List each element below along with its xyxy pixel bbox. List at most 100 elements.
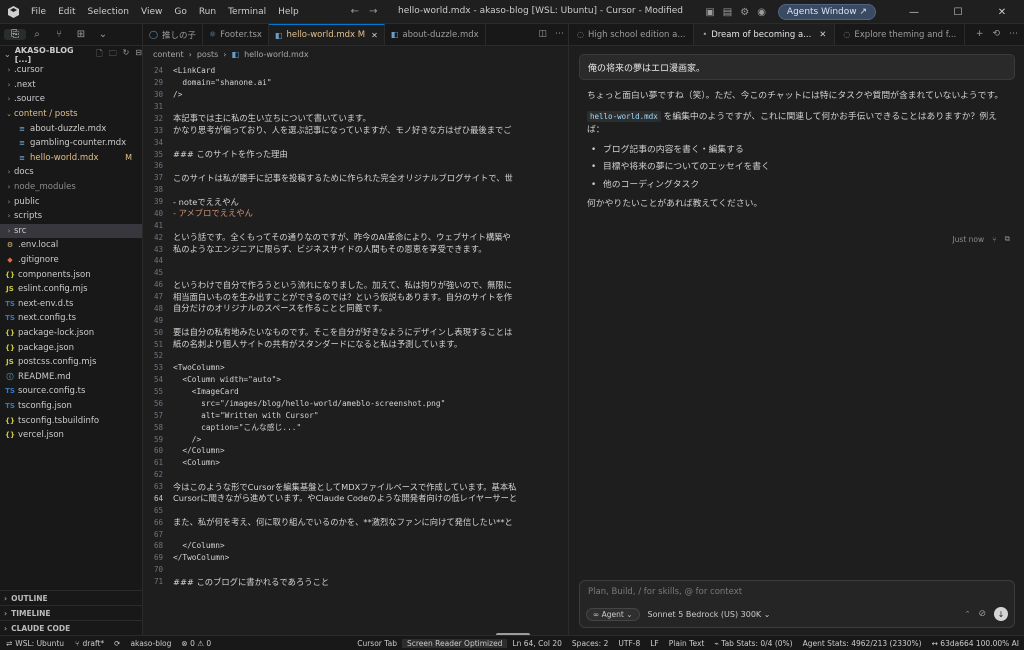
tree-item[interactable]: {} tsconfig.tsbuildinfo <box>0 413 142 428</box>
new-file-icon[interactable]: 🗋 <box>96 48 102 62</box>
history-icon[interactable]: ⟲ <box>992 29 1000 39</box>
tab-footer[interactable]: ⚛ Footer.tsx <box>203 24 269 45</box>
attach-icon[interactable]: ⊘ <box>978 609 986 619</box>
close-icon[interactable]: ✕ <box>819 30 826 40</box>
tree-item[interactable]: ⚙ .env.local <box>0 238 142 253</box>
code-line[interactable]: 67 <box>143 528 568 540</box>
tree-item[interactable]: TS next-env.d.ts <box>0 297 142 312</box>
minimize-button[interactable]: — <box>892 7 936 18</box>
agents-window-button[interactable]: Agents Window ↗ <box>777 4 876 20</box>
breadcrumb-item[interactable]: content <box>153 50 184 59</box>
code-line[interactable]: 60 </Column> <box>143 445 568 457</box>
tree-item[interactable]: {} package-lock.json <box>0 326 142 341</box>
code-line[interactable]: 56 src="/images/blog/hello-world/ameblo-… <box>143 398 568 410</box>
code-line[interactable]: 51 紙の名刺より個人サイトの共有がスタンダードになると私は予測しています。 <box>143 338 568 350</box>
tree-item[interactable]: TS next.config.ts <box>0 311 142 326</box>
chevron-down-icon[interactable]: ⌄ <box>4 50 11 59</box>
new-chat-icon[interactable]: + <box>976 29 984 39</box>
fork-icon[interactable]: ⑂ <box>992 235 997 244</box>
send-icon[interactable]: ↓ <box>994 607 1008 621</box>
code-line[interactable]: 46 というわけで自分で作ろうという流れになりました。加えて、私は拘りが強いので、… <box>143 279 568 291</box>
chat-tab[interactable]: ◌ High school edition a... <box>569 24 695 45</box>
code-line[interactable]: 29 domain="shanone.ai" <box>143 77 568 89</box>
screen-reader-status[interactable]: Screen Reader Optimized <box>401 638 508 648</box>
code-line[interactable]: 35 ### このサイトを作った理由 <box>143 148 568 160</box>
tree-item[interactable]: ◆ .gitignore <box>0 253 142 268</box>
menu-edit[interactable]: Edit <box>52 7 81 17</box>
tree-item[interactable]: ⌄ content / posts <box>0 107 142 122</box>
breadcrumb-item[interactable]: hello-world.mdx <box>244 50 309 59</box>
tree-item[interactable]: › .next <box>0 78 142 93</box>
collapse-all-icon[interactable]: ⊟ <box>135 48 142 62</box>
chat-composer[interactable]: Plan, Build, / for skills, @ for context… <box>579 580 1015 628</box>
tab-stats[interactable]: ⌁ Tab Stats: 0/4 (0%) <box>709 639 797 648</box>
settings-gear-icon[interactable]: ⚙ <box>740 7 749 18</box>
new-folder-icon[interactable]: 🗀 <box>109 48 117 62</box>
indentation-status[interactable]: Spaces: 2 <box>567 639 613 648</box>
project-indicator[interactable]: akaso-blog <box>125 639 176 648</box>
code-line[interactable]: 41 <box>143 219 568 231</box>
code-line[interactable]: 57 alt="Written with Cursor" <box>143 409 568 421</box>
code-line[interactable]: 33 かなり思考が偏っており、人を選ぶ記事になっていますが、モノ好きな方はぜひ最後… <box>143 124 568 136</box>
menu-terminal[interactable]: Terminal <box>222 7 272 17</box>
close-icon[interactable]: ✕ <box>371 31 378 40</box>
cursor-position[interactable]: Ln 64, Col 20 <box>507 639 566 648</box>
tree-item[interactable]: TS tsconfig.json <box>0 399 142 414</box>
menu-go[interactable]: Go <box>168 7 192 17</box>
user-message[interactable]: 俺の将来の夢はエロ漫画家。 <box>579 54 1015 80</box>
code-line[interactable]: 68 </Column> <box>143 540 568 552</box>
menu-file[interactable]: File <box>25 7 52 17</box>
timeline-section[interactable]: › TIMELINE <box>0 605 143 620</box>
chat-tab[interactable]: ◌ Explore theming and f... <box>835 24 966 45</box>
tree-item[interactable]: ⓘ README.md <box>0 369 142 384</box>
layout-panel-icon[interactable]: ▤ <box>723 7 732 18</box>
code-line[interactable]: 55 <ImageCard <box>143 386 568 398</box>
eol-status[interactable]: LF <box>645 639 664 648</box>
code-line[interactable]: 30 /> <box>143 89 568 101</box>
model-selector[interactable]: Sonnet 5 Bedrock (US) 300K ⌄ <box>648 610 771 619</box>
agent-mode-dropdown[interactable]: ∞ Agent ⌄ <box>586 607 640 621</box>
source-control-icon[interactable]: ⑂ <box>48 29 70 40</box>
composer-input[interactable]: Plan, Build, / for skills, @ for context <box>588 587 742 597</box>
tree-item[interactable]: › scripts <box>0 209 142 224</box>
tab-about-duzzle[interactable]: ◧ about-duzzle.mdx <box>385 24 486 45</box>
agent-stats[interactable]: Agent Stats: 4962/213 (2330%) <box>798 639 927 648</box>
code-line[interactable]: 64 Cursorに聞きながら進めています。やClaude Codeのような開発者… <box>143 493 568 505</box>
chat-tab-active[interactable]: • Dream of becoming a... ✕ <box>694 24 836 45</box>
tab-hello-world[interactable]: ◧ hello-world.mdx M ✕ <box>268 24 385 45</box>
commit-status[interactable]: ↔ 63da664 100.00% AI <box>927 639 1024 648</box>
breadcrumb-item[interactable]: posts <box>197 50 218 59</box>
language-mode[interactable]: Plain Text <box>664 639 710 648</box>
code-line[interactable]: 70 <box>143 564 568 576</box>
menu-run[interactable]: Run <box>193 7 222 17</box>
tab-oshinoko[interactable]: ◯ 推しの子 <box>143 24 203 45</box>
maximize-button[interactable]: ☐ <box>936 7 980 18</box>
code-line[interactable]: 38 <box>143 184 568 196</box>
code-line[interactable]: 66 また、私が何を考え、何に取り組んでいるのかを、**激烈なファンに向けて発信し… <box>143 516 568 528</box>
tree-item[interactable]: TS source.config.ts <box>0 384 142 399</box>
account-icon[interactable]: ◉ <box>757 7 766 18</box>
tree-item[interactable]: ≡ about-duzzle.mdx <box>0 121 142 136</box>
code-editor[interactable]: 24 <LinkCard 29 domain="shanone.ai" 30/> 31 3… <box>143 65 568 635</box>
tree-item[interactable]: JS postcss.config.mjs <box>0 355 142 370</box>
refresh-icon[interactable]: ↻ <box>123 48 130 62</box>
code-line[interactable]: 39 - noteでええやん <box>143 196 568 208</box>
sync-button[interactable]: ⟳ <box>109 639 125 648</box>
tree-item[interactable]: ≡ hello-world.mdx M <box>0 151 142 166</box>
layout-sidebar-icon[interactable]: ▣ <box>705 7 714 18</box>
code-line[interactable]: 45 <box>143 267 568 279</box>
close-window-button[interactable]: ✕ <box>980 7 1024 18</box>
tree-item[interactable]: › node_modules <box>0 180 142 195</box>
tree-item[interactable]: › public <box>0 194 142 209</box>
tree-item[interactable]: › docs <box>0 165 142 180</box>
code-line[interactable]: 31 <box>143 101 568 113</box>
tree-item[interactable]: {} package.json <box>0 340 142 355</box>
code-line[interactable]: 40 - アメブロでええやん <box>143 208 568 220</box>
problems-indicator[interactable]: ⊗ 0 ⚠ 0 <box>176 639 216 648</box>
code-line[interactable]: 71 ### このブログに書かれるであろうこと <box>143 576 568 588</box>
tree-item[interactable]: › src <box>0 223 142 239</box>
code-line[interactable]: 61 <Column> <box>143 457 568 469</box>
code-line[interactable]: 52 <box>143 350 568 362</box>
code-line[interactable]: 44 <box>143 255 568 267</box>
tree-item[interactable]: {} vercel.json <box>0 428 142 443</box>
